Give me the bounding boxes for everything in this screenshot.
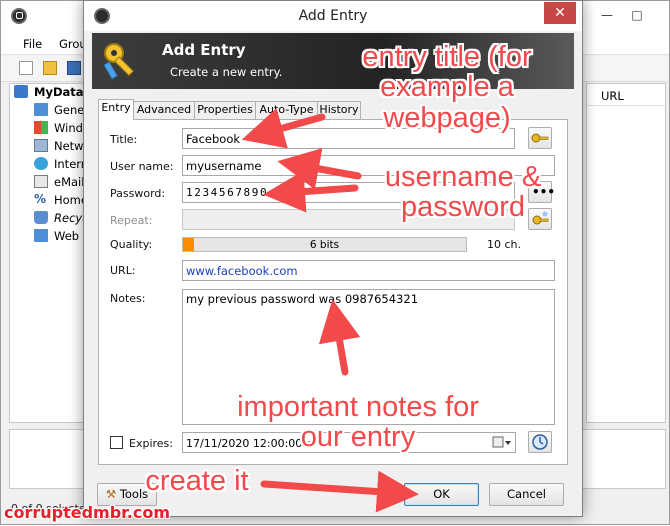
entries-list[interactable]: URL	[586, 83, 667, 423]
windows-icon	[34, 121, 48, 134]
dialog-title: Add Entry	[298, 8, 368, 24]
password-quality-bar: 6 bits	[182, 237, 467, 252]
network-icon	[34, 139, 48, 152]
tab-advanced[interactable]: Advanced	[133, 101, 195, 119]
clock-icon	[532, 434, 548, 450]
quality-label: Quality:	[110, 238, 153, 251]
column-header-url[interactable]: URL	[587, 84, 667, 106]
watermark: corruptedmbr.com	[4, 503, 171, 522]
url-field[interactable]: www.facebook.com	[182, 260, 555, 281]
notes-label: Notes:	[110, 292, 146, 305]
annotation-credentials-text: username & password	[384, 161, 542, 224]
tab-auto-type[interactable]: Auto-Type	[255, 101, 318, 119]
keepass-app-icon	[11, 8, 27, 24]
tree-item-label: eMail	[54, 175, 85, 189]
annotation-credentials: username & password	[368, 162, 558, 223]
email-icon	[34, 175, 48, 188]
tab-properties[interactable]: Properties	[194, 101, 256, 119]
tools-icon: ⚒	[105, 487, 117, 501]
database-icon	[14, 85, 28, 98]
globe-icon	[34, 157, 48, 170]
open-folder-icon[interactable]	[43, 61, 57, 75]
title-label: Title:	[110, 133, 138, 146]
cancel-button[interactable]: Cancel	[489, 483, 564, 506]
banner-title: Add Entry	[162, 41, 246, 59]
password-label: Password:	[110, 187, 166, 200]
annotation-create-text: create it	[145, 465, 249, 497]
key-icon	[103, 43, 134, 80]
recycle-bin-icon	[34, 211, 48, 224]
expires-checkbox[interactable]	[110, 436, 123, 449]
expiry-presets-button[interactable]	[528, 431, 552, 453]
username-label: User name:	[110, 160, 174, 173]
menu-file[interactable]: File	[23, 37, 42, 51]
url-label: URL:	[110, 264, 136, 277]
dialog-titlebar: Add Entry ✕	[84, 1, 582, 31]
banner-subtitle: Create a new entry.	[170, 65, 283, 79]
percent-icon: %	[34, 192, 47, 206]
quality-char-count: 10 ch.	[487, 238, 522, 251]
folder-icon	[34, 103, 48, 116]
close-icon[interactable]: ✕	[544, 2, 576, 24]
save-icon[interactable]	[67, 61, 81, 75]
group-tree[interactable]: MyDatab Gener Windo Netwo Intern eMail %…	[9, 83, 91, 423]
annotation-notes: important notes for our entry	[218, 392, 498, 453]
annotation-create: create it	[134, 466, 260, 496]
expires-label: Expires:	[129, 437, 173, 450]
minimize-icon[interactable]: —	[593, 1, 621, 31]
annotation-notes-text: important notes for our entry	[237, 391, 479, 454]
maximize-icon[interactable]: □	[623, 1, 651, 31]
repeat-label: Repeat:	[110, 214, 153, 227]
folder-icon	[34, 229, 48, 242]
tab-entry[interactable]: Entry	[98, 99, 134, 120]
annotation-entry-title: entry title (for example a webpage)	[342, 42, 552, 133]
quality-bits: 6 bits	[309, 239, 340, 251]
annotation-entry-title-text: entry title (for example a webpage)	[362, 41, 532, 134]
ok-button[interactable]: OK	[404, 483, 479, 506]
new-database-icon[interactable]	[19, 61, 33, 75]
